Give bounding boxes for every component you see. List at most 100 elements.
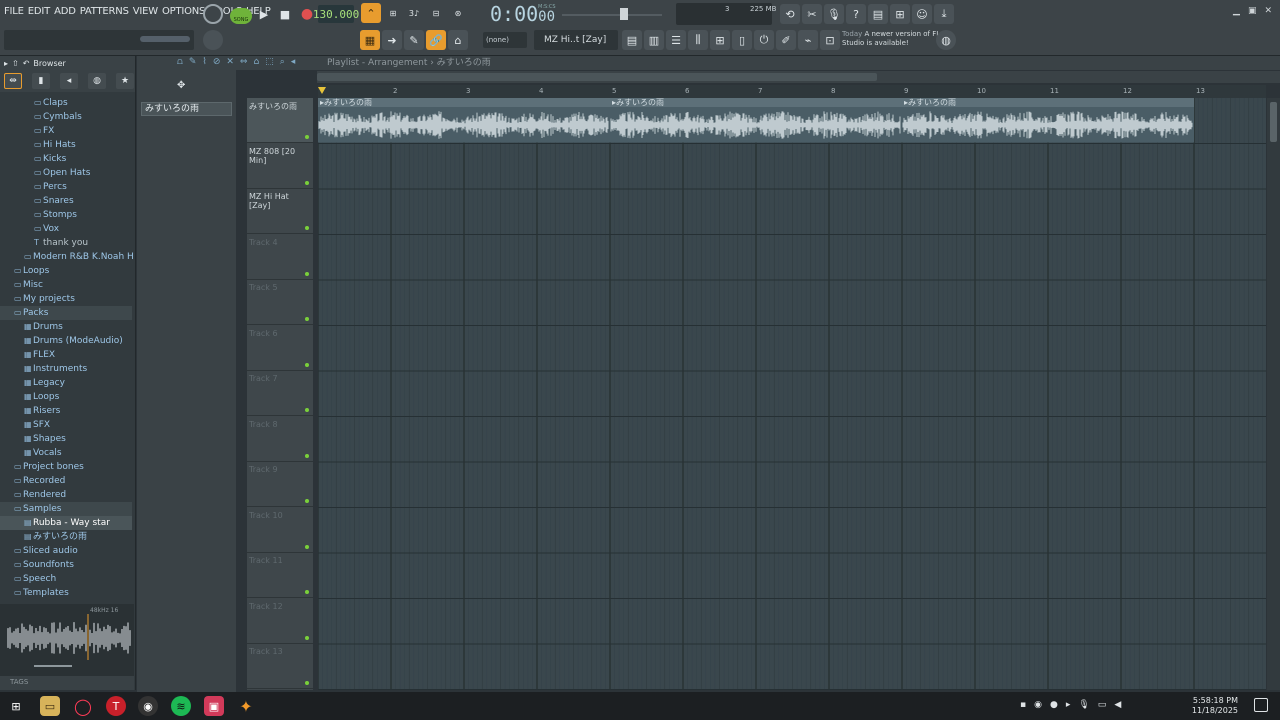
browser-all-icon[interactable]: ⇹	[4, 73, 22, 89]
track-active-led[interactable]	[305, 226, 309, 230]
browser-item[interactable]: ▭Loops	[0, 264, 132, 278]
browser-item[interactable]: ▦Instruments	[0, 362, 132, 376]
browser-item[interactable]: ▭Open Hats	[0, 166, 132, 180]
browser-item[interactable]: ▦Risers	[0, 404, 132, 418]
pattern-song-toggle-icon[interactable]	[203, 4, 223, 24]
track-active-led[interactable]	[305, 453, 309, 458]
playlist-icon[interactable]: ▤	[622, 30, 642, 50]
file-explorer-icon[interactable]: ▭	[40, 696, 60, 716]
piano-roll-view-icon[interactable]: ▥	[644, 30, 664, 50]
browser-favorites-icon[interactable]: ★	[116, 73, 134, 89]
notification-icon[interactable]	[1254, 698, 1268, 712]
microphone-icon[interactable]: 🎙	[824, 4, 844, 24]
playhead-marker[interactable]	[318, 87, 326, 94]
browser-db-icon[interactable]: ◍	[88, 73, 106, 89]
help-icon[interactable]: ?	[846, 4, 866, 24]
tempo-display[interactable]: 130.000	[313, 5, 359, 23]
play-button[interactable]: ▶	[254, 4, 274, 24]
browser-item[interactable]: ▭Speech	[0, 572, 132, 586]
menu-add[interactable]: ADD	[54, 6, 76, 17]
track-active-led[interactable]	[305, 317, 309, 321]
spotify-icon[interactable]: ≋	[171, 696, 191, 716]
browser-item[interactable]: ▭Snares	[0, 194, 132, 208]
brush-tool-icon[interactable]: ⌇	[202, 57, 206, 67]
cut-icon[interactable]: ✂	[802, 4, 822, 24]
mixer-view-icon[interactable]: ⫼	[688, 30, 708, 50]
browser-item[interactable]: ▭Packs	[0, 306, 132, 320]
tray-nvidia-icon[interactable]: ▸	[1066, 700, 1071, 710]
fl-studio-icon[interactable]: ✦	[236, 696, 256, 716]
shop-icon[interactable]: ⊡	[820, 30, 840, 50]
undo-history-icon[interactable]: ⟲	[780, 4, 800, 24]
tray-app-icon[interactable]: ▪	[1020, 700, 1026, 710]
taskbar-clock[interactable]: 5:58:18 PM 11/18/2025	[1192, 696, 1238, 716]
metronome-icon[interactable]: ⌃	[361, 3, 381, 23]
picker-move-icon[interactable]: ✥	[177, 80, 185, 91]
playlist-horizontal-scroll[interactable]	[317, 71, 1280, 83]
browser-item[interactable]: ▭Soundfonts	[0, 558, 132, 572]
track-active-led[interactable]	[305, 362, 309, 367]
slice-tool-icon[interactable]: ⌂	[253, 57, 259, 67]
browser-item[interactable]: ▦Vocals	[0, 446, 132, 460]
mute-tool-icon[interactable]: ✕	[226, 57, 234, 67]
stop-button[interactable]: ■	[275, 4, 295, 24]
track-active-led[interactable]	[305, 681, 309, 685]
close-icon[interactable]: ✕	[1264, 6, 1272, 16]
loop-record-icon[interactable]: ⊛	[448, 3, 468, 23]
track-active-led[interactable]	[305, 635, 309, 640]
tags-bar[interactable]: TAGS	[0, 676, 134, 690]
menu-options[interactable]: OPTIONS	[162, 6, 205, 17]
browser-item[interactable]: ▭Project bones	[0, 460, 132, 474]
track-active-led[interactable]	[305, 180, 309, 185]
start-icon[interactable]: ⊞	[6, 696, 26, 716]
playlist-vertical-scroll[interactable]	[1267, 98, 1280, 690]
chat-icon[interactable]: ☺	[912, 4, 932, 24]
select-tool-icon[interactable]: ⬚	[265, 57, 274, 67]
timeline-ruler[interactable]: 2 3 4 5 6 7 8 9 10 11 12 13	[318, 85, 1266, 98]
opera-icon[interactable]: ◯	[73, 696, 93, 716]
picker-pattern-item[interactable]: みすいろの雨	[141, 102, 232, 116]
track-active-led[interactable]	[305, 135, 309, 139]
browser-item[interactable]: ▭Vox	[0, 222, 132, 236]
browser-item[interactable]: ▭Sliced audio	[0, 544, 132, 558]
delete-tool-icon[interactable]: ⊘	[213, 57, 221, 67]
track-active-led[interactable]	[305, 408, 309, 412]
browser-item[interactable]: ▭Modern R&B K.Noah Holub	[0, 250, 134, 264]
globe-icon[interactable]: ◍	[936, 30, 956, 50]
browser-toggle-icon[interactable]: ✐	[776, 30, 796, 50]
track-header[interactable]: Track 4	[247, 235, 313, 280]
track-header[interactable]: MZ Hi Hat [Zay]	[247, 189, 313, 234]
browser-item[interactable]: ▭Rendered	[0, 488, 132, 502]
browser-item[interactable]: ▭Templates	[0, 586, 132, 600]
wait-input-icon[interactable]: ⊞	[383, 3, 403, 23]
track-header[interactable]: Track 5	[247, 280, 313, 325]
track-header[interactable]: Track 7	[247, 371, 313, 416]
song-mode-toggle[interactable]: SONG	[230, 8, 252, 24]
browser-item[interactable]: ▦Loops	[0, 390, 132, 404]
browser-item[interactable]: Tthank you	[0, 236, 132, 250]
browser-item[interactable]: ▤Rubba - Way star	[0, 516, 132, 530]
browser-item[interactable]: ▦Drums (ModeAudio)	[0, 334, 132, 348]
draw-tool-icon[interactable]: ✎	[404, 30, 424, 50]
track-header[interactable]: Track 6	[247, 326, 313, 371]
browser-item[interactable]: ▭Recorded	[0, 474, 132, 488]
plugin-picker-icon[interactable]: ⌁	[798, 30, 818, 50]
track-header[interactable]: みすいろの雨	[247, 98, 313, 143]
browser-up-icon[interactable]: ⇧	[12, 59, 19, 68]
track-header[interactable]: Track 10	[247, 508, 313, 553]
countdown-icon[interactable]: 3♪	[404, 3, 424, 23]
track-header[interactable]: MZ 808 [20 Min]	[247, 144, 313, 189]
menu-view[interactable]: VIEW	[133, 6, 158, 17]
plugin-icon[interactable]: ⏻	[754, 30, 774, 50]
slip-tool-icon[interactable]: ⇔	[240, 57, 248, 67]
save-icon[interactable]: ▤	[868, 4, 888, 24]
browser-item[interactable]: ▭Hi Hats	[0, 138, 132, 152]
arrow-right-icon[interactable]: ➜	[382, 30, 402, 50]
step-edit-icon[interactable]: ⊟	[426, 3, 446, 23]
browser-item[interactable]: ▭Misc	[0, 278, 132, 292]
track-header[interactable]: Track 13	[247, 644, 313, 689]
tray-mic-icon[interactable]: 🎙	[1078, 700, 1089, 710]
browser-item[interactable]: ▭Cymbals	[0, 110, 132, 124]
menu-edit[interactable]: EDIT	[28, 6, 50, 17]
master-pitch-slider[interactable]	[562, 6, 668, 22]
